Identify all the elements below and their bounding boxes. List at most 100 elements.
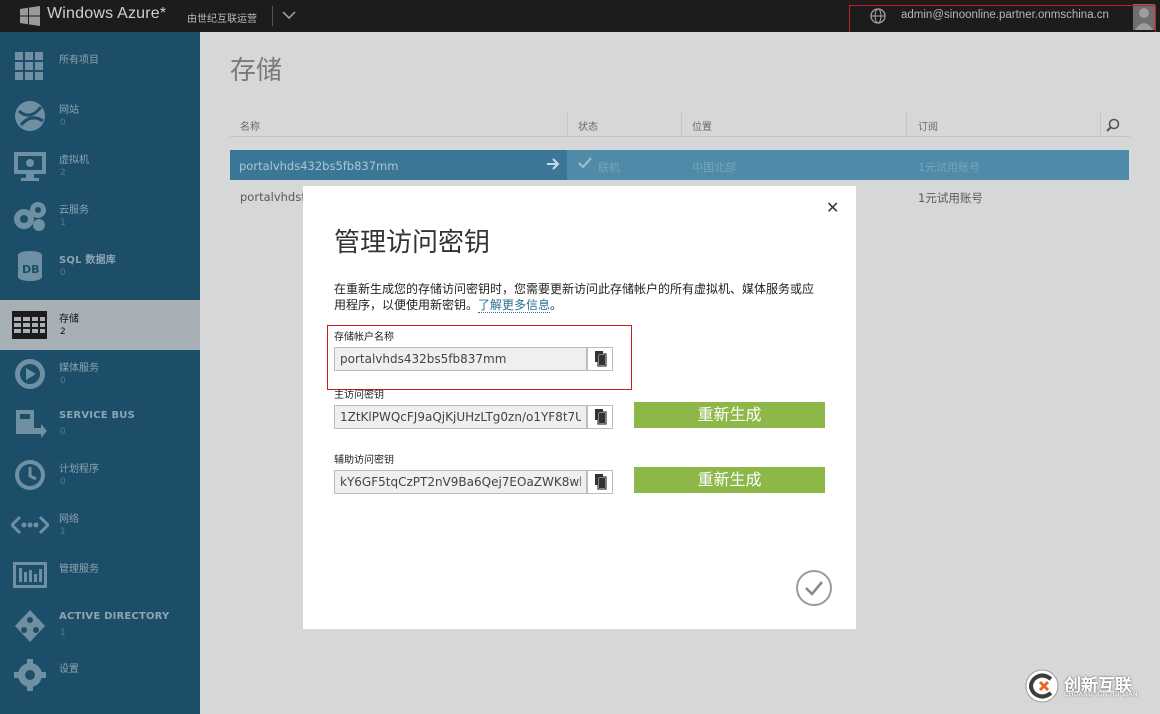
- sidebar-item-count: 0: [60, 268, 66, 278]
- sidebar-item-media[interactable]: 媒体服务 0: [0, 349, 200, 399]
- table-cell-location: 中国北部: [692, 161, 736, 174]
- description-text: 在重新生成您的存储访问密钥时，您需要更新访问此存储帐户的所有虚拟机、媒体服务或应…: [334, 282, 815, 312]
- sidebar-item-label: 媒体服务: [59, 363, 99, 374]
- sidebar-item-cloud-services[interactable]: 云服务 1: [0, 191, 200, 241]
- description-trailing: 。: [550, 298, 563, 312]
- monitor-icon: [14, 152, 46, 181]
- check-icon: [805, 581, 823, 596]
- brand-title: Windows Azure*: [47, 5, 167, 22]
- sidebar-item-management[interactable]: 管理服务: [0, 550, 200, 600]
- clock-icon: [15, 460, 45, 490]
- copy-account-name-button[interactable]: [587, 347, 613, 371]
- search-icon[interactable]: [1106, 118, 1120, 132]
- page-title: 存储: [230, 56, 283, 86]
- table-row[interactable]: portalvhds432bs5fb837mm 联机 中国北部 1元试用账号: [230, 150, 1129, 180]
- column-header-subscription[interactable]: 订阅: [918, 118, 938, 133]
- copy-icon: [595, 474, 607, 490]
- sidebar-item-service-bus[interactable]: SERVICE BUS 0: [0, 400, 200, 450]
- table-cell-name: portalvhdsfg: [240, 190, 313, 204]
- copy-icon: [595, 409, 607, 425]
- gear-icon: [14, 659, 46, 691]
- sidebar-item-label: 计划程序: [59, 464, 99, 475]
- column-divider: [906, 112, 907, 136]
- sidebar-item-sql[interactable]: DB SQL 数据库 0: [0, 241, 200, 291]
- regenerate-primary-button[interactable]: 重新生成: [634, 402, 825, 428]
- gears-icon: [14, 202, 46, 231]
- sidebar-item-label: 网络: [59, 514, 79, 525]
- secondary-key-label: 辅助访问密钥: [334, 455, 394, 466]
- column-divider: [1100, 112, 1101, 136]
- copy-secondary-key-button[interactable]: [587, 470, 613, 494]
- sidebar-item-all[interactable]: 所有项目: [0, 41, 200, 91]
- top-divider: [272, 6, 273, 26]
- manage-keys-dialog: ✕ 管理访问密钥 在重新生成您的存储访问密钥时，您需要更新访问此存储帐户的所有虚…: [303, 186, 856, 629]
- sidebar-item-count: 2: [60, 168, 66, 178]
- watermark-logo-icon: [1025, 669, 1059, 703]
- secondary-key-field[interactable]: [334, 470, 587, 494]
- operator-label: 由世纪互联运营: [187, 14, 257, 25]
- account-name-field[interactable]: [334, 347, 587, 371]
- sidebar-item-settings[interactable]: 设置: [0, 650, 200, 700]
- grid-icon: [15, 52, 43, 80]
- dialog-title: 管理访问密钥: [334, 228, 491, 258]
- primary-key-label: 主访问密钥: [334, 390, 384, 401]
- sidebar-item-label: 存储: [59, 314, 79, 325]
- close-icon[interactable]: ✕: [826, 198, 839, 217]
- sidebar-item-label: 云服务: [59, 205, 89, 216]
- sidebar-item-scheduler[interactable]: 计划程序 0: [0, 450, 200, 500]
- watermark-subtext: CHUANG XIN HU LIAN: [1064, 691, 1139, 698]
- table-cell-subscription: 1元试用账号: [918, 191, 983, 205]
- sidebar: 所有项目 网站 0 虚拟机 2 云服务 1 DB SQL 数据库 0 存储 2 …: [0, 32, 200, 714]
- copy-icon: [595, 351, 607, 367]
- sidebar-item-count: 0: [60, 477, 66, 487]
- column-divider: [567, 112, 568, 136]
- sidebar-item-label: 设置: [59, 664, 79, 675]
- sidebar-item-count: 1: [60, 628, 66, 638]
- sidebar-item-websites[interactable]: 网站 0: [0, 91, 200, 141]
- learn-more-link[interactable]: 了解更多信息: [478, 298, 551, 313]
- sidebar-item-count: 1: [60, 527, 66, 537]
- console-icon: [13, 562, 47, 588]
- table-cell-name: portalvhds432bs5fb837mm: [239, 159, 399, 173]
- play-icon: [15, 359, 45, 389]
- column-divider: [681, 112, 682, 136]
- table-icon: [12, 311, 47, 339]
- primary-key-field[interactable]: [334, 405, 587, 429]
- sidebar-item-label: 虚拟机: [59, 155, 89, 166]
- column-header-location[interactable]: 位置: [692, 118, 712, 133]
- database-icon: DB: [18, 251, 42, 281]
- regenerate-secondary-button[interactable]: 重新生成: [634, 467, 825, 493]
- watermark: 创新互联 CHUANG XIN HU LIAN: [1024, 668, 1154, 704]
- sidebar-item-count: 0: [60, 376, 66, 386]
- copy-primary-key-button[interactable]: [587, 405, 613, 429]
- sidebar-item-label: SERVICE BUS: [59, 410, 135, 421]
- confirm-button[interactable]: [796, 570, 832, 606]
- column-header-name[interactable]: 名称: [240, 118, 260, 133]
- sidebar-item-label: SQL 数据库: [59, 255, 116, 266]
- column-header-status[interactable]: 状态: [578, 118, 598, 133]
- sidebar-item-count: 2: [60, 327, 66, 337]
- check-icon: [578, 157, 592, 169]
- sidebar-item-active-directory[interactable]: ACTIVE DIRECTORY 1: [0, 601, 200, 651]
- directory-icon: [15, 610, 45, 642]
- arrow-right-icon[interactable]: [546, 157, 560, 171]
- sidebar-item-vms[interactable]: 虚拟机 2: [0, 141, 200, 191]
- sidebar-item-networks[interactable]: 网络 1: [0, 500, 200, 550]
- sidebar-item-storage[interactable]: 存储 2: [0, 300, 200, 350]
- globe-icon: [15, 101, 45, 131]
- sidebar-item-label: 管理服务: [59, 564, 99, 575]
- bus-icon: [16, 410, 47, 438]
- account-name-label: 存储帐户名称: [334, 332, 394, 343]
- sidebar-item-count: 0: [60, 427, 66, 437]
- sidebar-item-count: 1: [60, 218, 66, 228]
- header-divider: [230, 136, 1130, 137]
- sidebar-item-label: 所有项目: [59, 55, 99, 66]
- network-icon: [11, 515, 49, 535]
- chevron-down-icon[interactable]: [282, 9, 296, 21]
- table-cell-subscription: 1元试用账号: [918, 161, 980, 174]
- dialog-description: 在重新生成您的存储访问密钥时，您需要更新访问此存储帐户的所有虚拟机、媒体服务或应…: [334, 281, 814, 313]
- svg-text:DB: DB: [22, 263, 40, 276]
- table-cell-status: 联机: [598, 161, 620, 174]
- windows-logo-icon: [20, 6, 40, 26]
- sidebar-item-label: 网站: [59, 105, 79, 116]
